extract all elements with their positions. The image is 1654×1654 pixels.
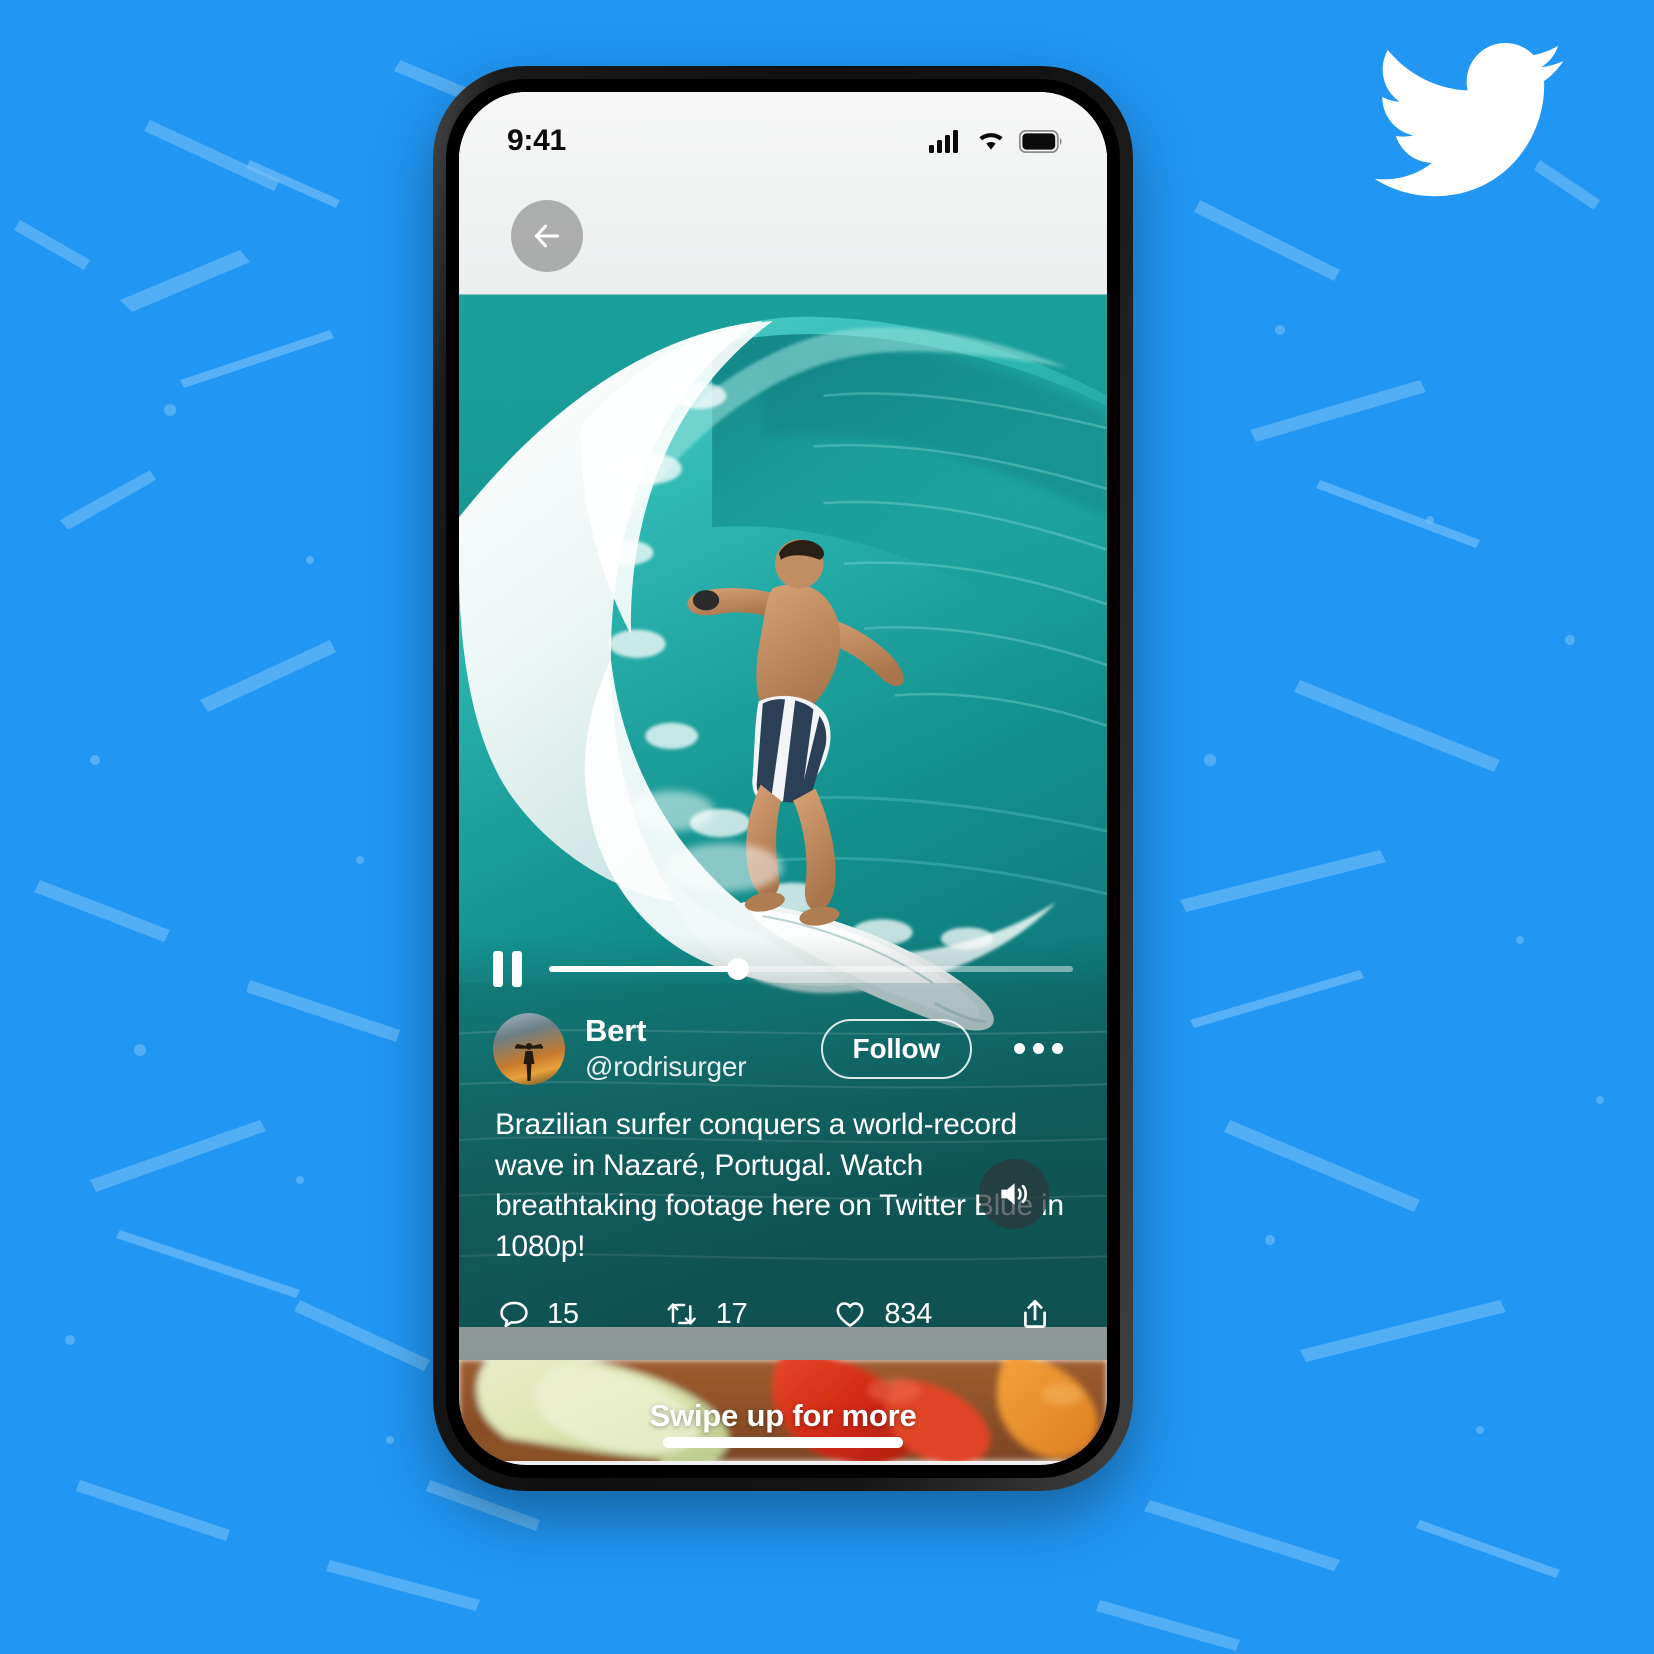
- volume-toggle-button[interactable]: [979, 1159, 1049, 1229]
- status-icons: [929, 129, 1063, 153]
- more-dot-2: [1033, 1043, 1044, 1055]
- more-dot-3: [1052, 1043, 1063, 1055]
- like-action[interactable]: 834: [832, 1297, 932, 1331]
- like-icon: [836, 1302, 864, 1327]
- video-overlay: Bert @rodrisurger Follow Brazilian surfe…: [459, 934, 1107, 1360]
- progress-fill: [549, 965, 738, 972]
- swipe-up-label: Swipe up for more: [649, 1398, 917, 1433]
- progress-knob[interactable]: [726, 957, 749, 980]
- tweet-actions-row: 15 17 834: [489, 1274, 1077, 1338]
- phone-screen: 9:41 Bert @rodrisurger Follow Brazilian …: [459, 92, 1107, 1465]
- author-display-name[interactable]: Bert: [585, 1013, 801, 1049]
- status-time: 9:41: [507, 124, 566, 157]
- back-button[interactable]: [511, 200, 583, 272]
- pause-bar-right: [512, 950, 522, 987]
- next-video-preview[interactable]: Swipe up for more: [459, 1360, 1107, 1465]
- phone-bezel: 9:41 Bert @rodrisurger Follow Brazilian …: [446, 79, 1120, 1478]
- status-bar: 9:41: [459, 92, 1107, 164]
- tweet-author-row: Bert @rodrisurger Follow: [489, 997, 1077, 1091]
- battery-full-icon: [1019, 129, 1062, 153]
- arrow-left-icon: [534, 224, 560, 248]
- reply-action[interactable]: 15: [497, 1297, 579, 1331]
- speaker-on-icon: [1001, 1183, 1027, 1205]
- phone-mockup: 9:41 Bert @rodrisurger Follow Brazilian …: [433, 66, 1133, 1491]
- player-controls: [489, 935, 1077, 997]
- author-handle[interactable]: @rodrisurger: [585, 1049, 801, 1084]
- author-names: Bert @rodrisurger: [585, 1013, 801, 1084]
- like-count: 834: [884, 1297, 933, 1330]
- more-dot-1: [1014, 1043, 1025, 1055]
- twitter-bird-icon: [1374, 43, 1564, 197]
- retweet-count: 17: [715, 1297, 748, 1330]
- video-progress-scrubber[interactable]: [549, 957, 1073, 980]
- avatar[interactable]: [493, 1012, 565, 1085]
- home-indicator-bar[interactable]: [663, 1437, 903, 1448]
- pause-button[interactable]: [493, 950, 523, 987]
- wifi-icon: [979, 133, 1003, 150]
- more-options-button[interactable]: [992, 1043, 1073, 1055]
- retweet-action[interactable]: 17: [664, 1297, 748, 1331]
- follow-button[interactable]: Follow: [820, 1018, 972, 1079]
- reply-count: 15: [547, 1297, 579, 1330]
- reply-icon: [500, 1301, 528, 1328]
- signal-bars-icon: [929, 130, 958, 153]
- share-icon: [1024, 1299, 1046, 1328]
- pause-bar-left: [493, 950, 503, 987]
- retweet-icon: [667, 1303, 696, 1325]
- avatar-silhouette-icon: [515, 1042, 543, 1081]
- share-action[interactable]: [1017, 1296, 1069, 1332]
